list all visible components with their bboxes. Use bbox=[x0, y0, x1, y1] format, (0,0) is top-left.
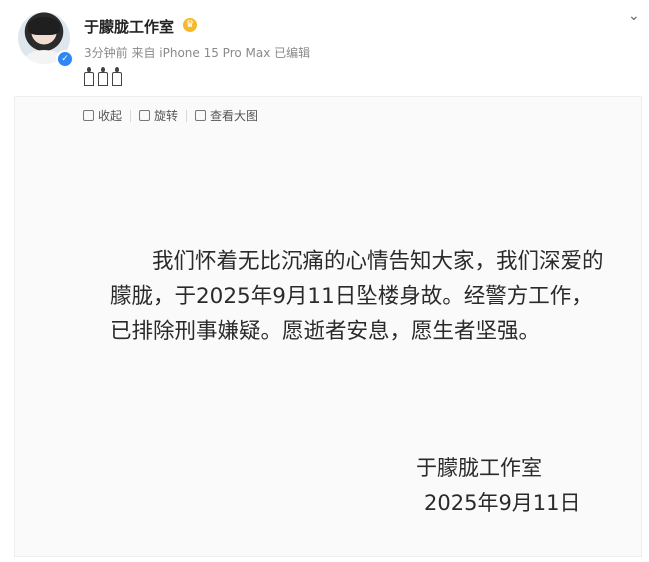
rotate-icon bbox=[139, 110, 151, 121]
rotate-label: 旋转 bbox=[154, 109, 179, 123]
view-large-button[interactable]: 查看大图 bbox=[195, 107, 258, 124]
post-meta: 3分钟前 来自 iPhone 15 Pro Max 已编辑 bbox=[84, 46, 311, 60]
magnify-icon bbox=[195, 110, 207, 121]
rotate-button[interactable]: 旋转 bbox=[139, 107, 178, 124]
toolbar-divider bbox=[130, 109, 132, 122]
avatar-hair bbox=[28, 17, 60, 35]
author-name[interactable]: 于朦胧工作室 bbox=[84, 16, 174, 37]
candle-icon bbox=[112, 67, 122, 86]
signature-name: 于朦胧工作室 bbox=[416, 456, 542, 480]
collapse-icon bbox=[83, 110, 94, 121]
collapse-label: 收起 bbox=[98, 109, 123, 123]
candle-icon bbox=[98, 67, 108, 86]
candle-icon bbox=[84, 67, 94, 86]
view-large-label: 查看大图 bbox=[210, 109, 259, 123]
statement-paragraph: 我们怀着无比沉痛的心情告知大家，我们深爱的朦胧，于2025年9月11日坠楼身故。… bbox=[110, 249, 604, 344]
toolbar-divider bbox=[186, 109, 188, 122]
verified-icon: ✓ bbox=[56, 50, 74, 68]
collapse-button[interactable]: 收起 bbox=[83, 107, 122, 124]
statement-signature: 于朦胧工作室 2025年9月11日 bbox=[412, 451, 581, 521]
image-toolbar: 收起 旋转 查看大图 bbox=[83, 107, 258, 124]
vip-crown-icon: ♛ bbox=[183, 18, 197, 32]
chevron-down-icon[interactable]: ⌄ bbox=[628, 8, 640, 24]
post-candles bbox=[84, 67, 122, 86]
signature-date: 2025年9月11日 bbox=[424, 491, 581, 515]
statement-text: 我们怀着无比沉痛的心情告知大家，我们深爱的朦胧，于2025年9月11日坠楼身故。… bbox=[110, 244, 610, 349]
